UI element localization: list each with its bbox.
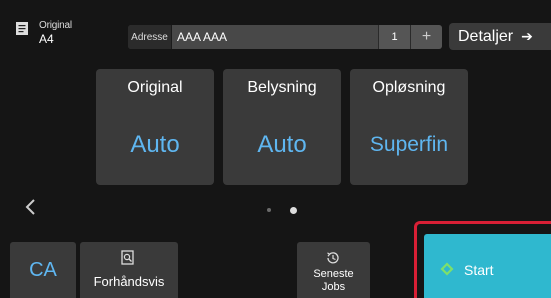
start-button[interactable]: Start	[424, 234, 551, 298]
start-label: Start	[464, 262, 494, 278]
card-value: Auto	[257, 131, 307, 158]
history-clock-icon	[327, 252, 339, 264]
exposure-setting-card[interactable]: Belysning Auto	[223, 69, 341, 185]
card-title: Belysning	[247, 79, 317, 96]
card-title: Original	[127, 79, 183, 96]
details-label: Detaljer	[458, 27, 514, 45]
clear-all-button[interactable]: CA	[10, 242, 76, 298]
card-value: Auto	[130, 131, 180, 158]
details-button[interactable]: Detaljer ➔	[449, 23, 551, 50]
original-label: Original	[39, 20, 72, 31]
add-address-button[interactable]: +	[410, 25, 442, 49]
preview-label: Forhåndsvis	[93, 274, 165, 289]
recent-label-line2: Jobs	[321, 281, 346, 293]
recent-jobs-label: Seneste Jobs	[297, 268, 370, 294]
address-label: Adresse	[128, 25, 172, 49]
preview-magnifier-icon	[121, 250, 134, 265]
address-value[interactable]: AAA AAA	[172, 25, 378, 49]
scan-home-screen: Original A4 Adresse AAA AAA 1 + Detaljer…	[0, 0, 551, 298]
chevron-left-icon[interactable]	[22, 196, 40, 218]
document-icon	[16, 22, 28, 35]
original-size: A4	[39, 32, 54, 46]
card-title: Opløsning	[372, 79, 446, 96]
address-count[interactable]: 1	[378, 25, 410, 49]
recent-label-line1: Seneste	[313, 268, 354, 280]
resolution-setting-card[interactable]: Opløsning Superfin	[350, 69, 468, 185]
diamond-start-icon	[440, 262, 454, 276]
page-dot	[267, 208, 271, 212]
recent-jobs-button[interactable]: Seneste Jobs	[297, 242, 370, 298]
original-indicator: Original A4	[14, 20, 114, 48]
card-value: Superfin	[369, 133, 449, 156]
preview-button[interactable]: Forhåndsvis	[80, 242, 178, 298]
arrow-right-icon: ➔	[521, 28, 533, 44]
original-setting-card[interactable]: Original Auto	[96, 69, 214, 185]
page-dot-active	[290, 207, 297, 214]
address-bar[interactable]: Adresse AAA AAA 1 +	[128, 25, 442, 49]
page-indicator	[265, 205, 305, 215]
